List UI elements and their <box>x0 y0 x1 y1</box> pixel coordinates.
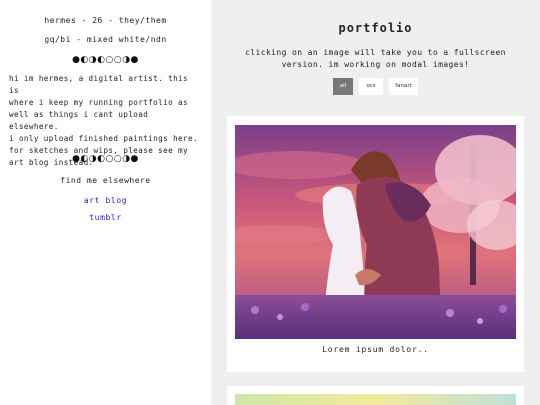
painting-pastel-sky-icon[interactable] <box>235 394 516 405</box>
art-blog-link[interactable]: art blog <box>0 196 211 205</box>
filter-all-button[interactable]: all <box>333 78 353 95</box>
filter-bar: all ocs fanart <box>211 78 540 95</box>
filter-ocs-button[interactable]: ocs <box>359 78 383 95</box>
filter-fanart-button[interactable]: fanart <box>389 78 418 95</box>
main-content: portfolio clicking on an image will take… <box>211 0 540 405</box>
portfolio-card: Lorem ipsum dolor.. <box>227 116 524 372</box>
moon-phase-divider-icon: ●◐◑◐○○◑● <box>72 154 139 164</box>
bio-line: hi im hermes, a digital artist. this is <box>9 74 188 95</box>
find-me-heading: find me elsewhere <box>60 176 151 185</box>
page-title: portfolio <box>338 21 413 35</box>
painting-two-figures-kissing-sunset-icon[interactable] <box>235 125 516 339</box>
name-pronouns-line: hermes - 26 - they/them <box>44 16 167 25</box>
identity-line: gq/bi - mixed white/ndn <box>44 35 167 44</box>
tumblr-link[interactable]: tumblr <box>0 213 211 222</box>
moon-phase-divider-icon: ●◐◑◐○○◑● <box>72 55 139 65</box>
sidebar: hermes - 26 - they/them gq/bi - mixed wh… <box>0 0 211 405</box>
card-caption: Lorem ipsum dolor.. <box>322 345 429 354</box>
bio-line: i only upload finished paintings here. <box>9 134 198 143</box>
page-subtitle: clicking on an image will take you to a … <box>245 48 506 69</box>
bio-line: well as things i cant upload elsewhere. <box>9 110 149 131</box>
bio-line: where i keep my running portfolio as <box>9 98 188 107</box>
portfolio-card <box>227 386 524 405</box>
